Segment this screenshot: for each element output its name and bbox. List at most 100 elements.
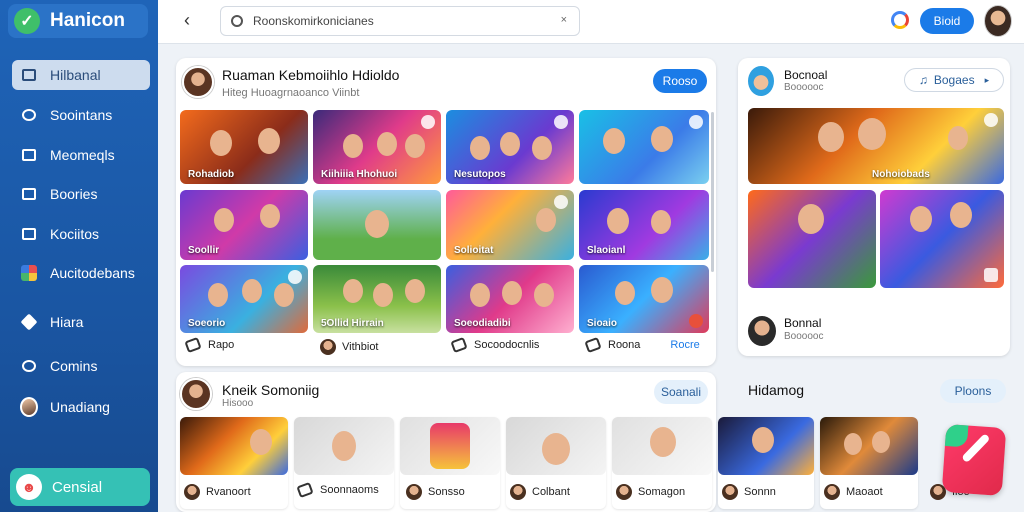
panel-action-button[interactable]: Ploons [940, 379, 1006, 403]
footer-label: Vithbiot [342, 341, 379, 353]
video-thumbnail[interactable]: Slaoianl [579, 190, 709, 260]
video-thumbnail[interactable] [880, 190, 1004, 288]
video-thumbnail[interactable] [180, 417, 288, 475]
panel-action-button[interactable]: Soanali [654, 380, 708, 404]
search-icon [231, 15, 243, 27]
link-icon [184, 336, 202, 354]
heart-icon[interactable] [689, 115, 703, 129]
channel-avatar[interactable] [182, 66, 214, 98]
sidebar-item-pin[interactable]: Hiara [12, 307, 150, 337]
card-footer: Somagon [616, 484, 685, 500]
sidebar-item-comments[interactable]: Comins [12, 351, 150, 381]
video-thumbnail[interactable] [294, 417, 394, 475]
bottom-action-button[interactable]: ☻ Censial [10, 468, 150, 506]
card-footer: Sonnn [722, 484, 776, 500]
video-thumbnail[interactable]: Solioitat [446, 190, 574, 260]
thumbnail-caption: Nesutopos [454, 169, 506, 180]
thumbnail-caption: Sioaio [587, 318, 618, 329]
back-arrow-icon[interactable]: ‹ [184, 10, 190, 31]
video-thumbnail[interactable] [579, 110, 709, 184]
video-thumbnail[interactable] [612, 417, 712, 475]
sidebar-item-label: Meomeqls [50, 147, 115, 163]
featured-thumbnail[interactable]: Nohoiobads [748, 108, 1004, 184]
panel-action-button[interactable]: Rooso [653, 69, 707, 93]
thumbnail-caption: Nohoiobads [872, 169, 930, 180]
avatar[interactable] [748, 316, 776, 346]
apps-icon [20, 265, 38, 281]
panel-title: Bocnoal [784, 68, 828, 82]
app-shortcut-icon[interactable] [941, 423, 1007, 497]
video-thumbnail[interactable] [313, 190, 441, 260]
link-icon [584, 336, 602, 354]
thumbnail-caption: Rohadiob [188, 169, 235, 180]
heart-icon[interactable] [554, 195, 568, 209]
sidebar-item-profile[interactable]: Unadiang [12, 392, 150, 422]
panel-title: Hidamog [748, 382, 805, 398]
top-bar: ‹ Roonskomirkonicianes × Bioid [158, 0, 1024, 44]
video-thumbnail[interactable] [506, 417, 606, 475]
sidebar-item-label: Hiara [50, 314, 84, 330]
clear-search-icon[interactable]: × [561, 14, 567, 26]
card-label: Rvanoort [206, 486, 251, 498]
video-thumbnail[interactable]: Nesutopos [446, 110, 574, 184]
feed-footer-item[interactable]: Roona Rocre [584, 336, 700, 354]
video-thumbnail[interactable]: Soeodiadibi [446, 265, 574, 333]
panel-subtitle: Hiteg Huoagrnaoanco Viinbt [222, 87, 360, 99]
heart-icon[interactable] [288, 270, 302, 284]
sidebar-item-label: Boories [50, 186, 98, 202]
thumbnail-caption: 5Ollid Hirrain [321, 318, 384, 329]
sidebar-item-messages[interactable]: Meomeqls [12, 140, 150, 170]
channel-avatar[interactable] [180, 378, 212, 410]
video-thumbnail[interactable]: Soollir [180, 190, 308, 260]
search-input[interactable]: Roonskomirkonicianes × [220, 6, 580, 36]
video-thumbnail[interactable]: Rohadiob [180, 110, 308, 184]
video-thumbnail[interactable]: Sioaio [579, 265, 709, 333]
thumbnail-caption: Slaoianl [587, 245, 626, 256]
card-footer: Rvanoort [184, 484, 251, 500]
app-logo[interactable]: ✓ Hanicon [8, 4, 148, 38]
sidebar-item-label: Comins [50, 358, 98, 374]
video-thumbnail[interactable]: 5Ollid Hirrain [313, 265, 441, 333]
music-note-icon: ♫ [918, 73, 928, 87]
sidebar-item-stories[interactable]: Boories [12, 179, 150, 209]
messages-icon [20, 147, 38, 163]
link-icon [450, 336, 468, 354]
avatar [510, 484, 526, 500]
video-thumbnail[interactable] [718, 417, 814, 475]
video-thumbnail[interactable] [400, 417, 500, 475]
search-value: Roonskomirkonicianes [253, 14, 374, 28]
sidebar-item-label: Aucitodebans [50, 265, 135, 281]
more-icon[interactable] [984, 113, 998, 127]
sign-button[interactable]: Bioid [920, 8, 974, 34]
sidebar-item-apps[interactable]: Aucitodebans [12, 258, 150, 288]
sidebar-item-documents[interactable]: Kociitos [12, 219, 150, 249]
share-icon[interactable] [984, 268, 998, 282]
scrollbar[interactable] [711, 112, 714, 272]
video-thumbnail[interactable]: Kiihiiia Hhohuoi [313, 110, 441, 184]
smile-face-icon: ☻ [16, 474, 42, 500]
refresh-icon[interactable] [891, 11, 909, 29]
panel-title: Ruaman Kebmoiihlo Hdioldo [222, 67, 400, 83]
video-thumbnail[interactable] [820, 417, 918, 475]
user-avatar[interactable] [984, 5, 1012, 37]
sidebar-item-people[interactable]: Soointans [12, 100, 150, 130]
card-label: Sonsso [428, 486, 465, 498]
heart-icon[interactable] [421, 115, 435, 129]
feed-footer-item[interactable]: Vithbiot [320, 339, 379, 355]
card-footer: Maoaot [824, 484, 883, 500]
video-thumbnail[interactable]: Soeorio [180, 265, 308, 333]
sort-dropdown[interactable]: ♫ Bogaes ▸ [904, 68, 1004, 92]
thumbnail-caption: Kiihiiia Hhohuoi [321, 169, 398, 180]
heart-icon[interactable] [689, 314, 703, 328]
card-label: Somagon [638, 486, 686, 498]
feed-footer-item[interactable]: Rapo [184, 336, 234, 354]
feed-footer-item[interactable]: Socoodocnlis [450, 336, 539, 354]
cartoon-avatar[interactable] [748, 66, 774, 96]
app-title: Hanicon [50, 10, 125, 31]
sidebar: ✓ Hanicon Hilbanal Soointans Meomeqls Bo… [0, 0, 158, 512]
thumbnail-caption: Soeodiadibi [454, 318, 511, 329]
video-thumbnail[interactable] [748, 190, 876, 288]
footer-link[interactable]: Rocre [670, 339, 699, 351]
heart-icon[interactable] [554, 115, 568, 129]
sidebar-item-dashboard[interactable]: Hilbanal [12, 60, 150, 90]
